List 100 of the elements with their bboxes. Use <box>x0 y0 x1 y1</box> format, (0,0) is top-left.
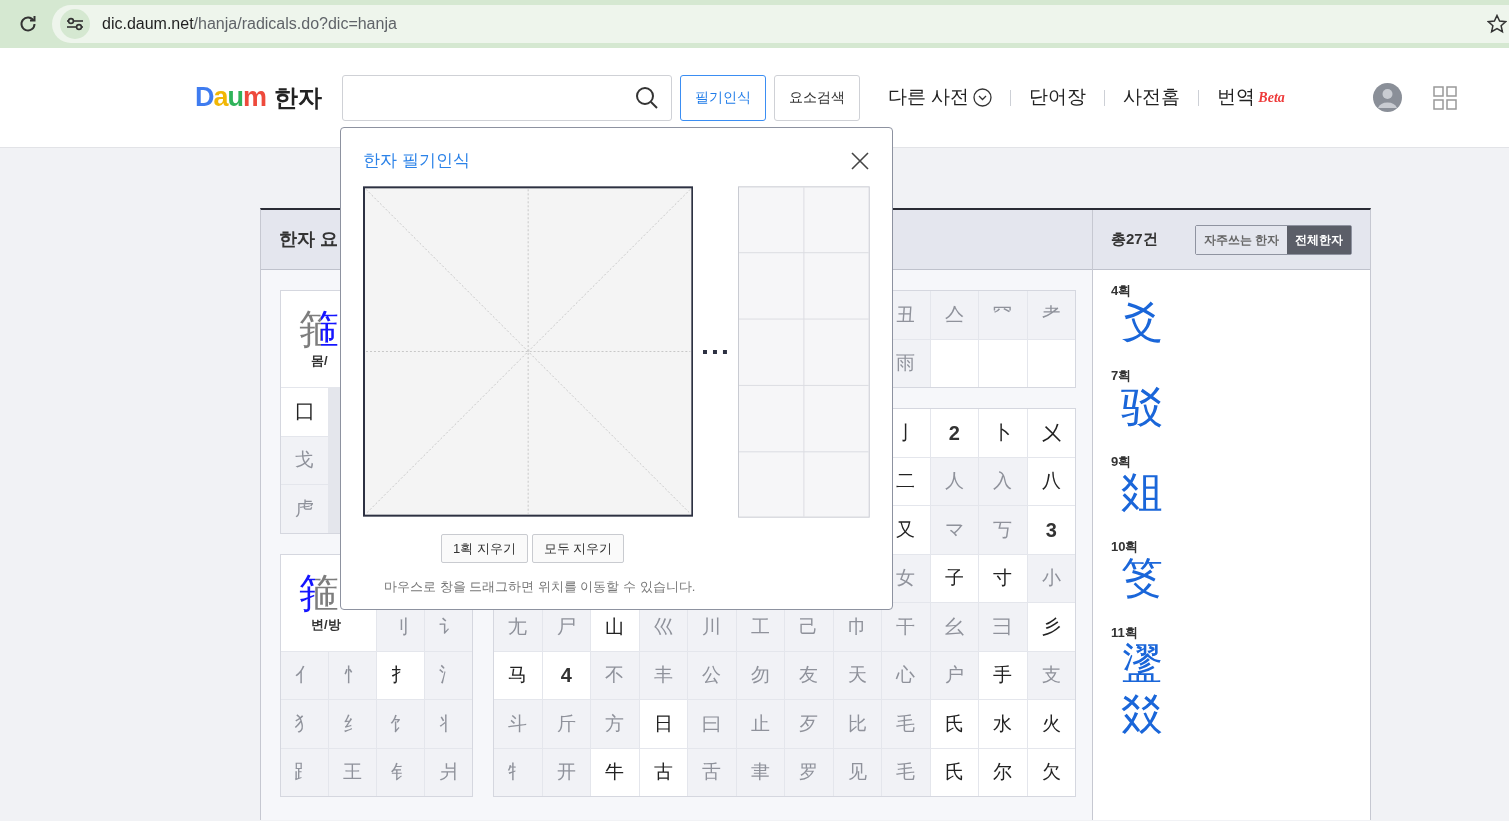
radical-cell[interactable]: 㐅 <box>1027 409 1075 457</box>
star-icon[interactable] <box>1487 14 1507 34</box>
radical-cell[interactable]: 尔 <box>979 748 1027 796</box>
radical-cell[interactable]: 囗 <box>281 388 328 436</box>
radical-cell[interactable]: 斤 <box>542 700 590 748</box>
radical-cell[interactable]: 方 <box>591 700 639 748</box>
radical-cell[interactable]: 氏 <box>930 748 978 796</box>
radical-cell[interactable]: 子 <box>930 554 978 602</box>
radical-cell[interactable]: 火 <box>1027 700 1075 748</box>
radical-cell[interactable]: 古 <box>639 748 687 796</box>
nav-link[interactable]: 번역 <box>1217 83 1256 112</box>
hanja-link[interactable]: 䀊 <box>1111 638 1352 689</box>
search-icon[interactable] <box>635 85 660 110</box>
radical-cell[interactable]: 犭 <box>281 700 328 748</box>
radical-cell[interactable]: 手 <box>979 651 1027 699</box>
radical-cell[interactable]: 丰 <box>639 651 687 699</box>
radical-cell[interactable]: 不 <box>591 651 639 699</box>
stroke-label: 11획 <box>1111 625 1138 639</box>
nav-link[interactable]: 사전홈 <box>1123 83 1181 112</box>
radical-cell[interactable]: 马 <box>494 651 542 699</box>
hanja-link[interactable]: 爼 <box>1111 467 1352 519</box>
radical-cell[interactable]: 水 <box>979 700 1027 748</box>
section-title: 한자 <box>274 82 323 113</box>
drawing-pad[interactable] <box>363 185 694 517</box>
radical-cell[interactable]: 曰 <box>688 700 736 748</box>
radical-cell[interactable]: 斗 <box>494 700 542 748</box>
filter-tab[interactable]: 전체한자 <box>1287 225 1351 254</box>
radical-cell[interactable]: 公 <box>688 651 736 699</box>
ellipsis-icon <box>703 349 728 355</box>
radical-cell[interactable]: 扌 <box>377 651 424 699</box>
radical-cell[interactable]: 小 <box>1027 554 1075 602</box>
radical-cell[interactable]: 勿 <box>736 651 784 699</box>
radical-cell[interactable]: 爿 <box>425 748 472 796</box>
header-button[interactable]: 요소검색 <box>774 74 861 121</box>
radical-cell[interactable]: 毛 <box>882 700 930 748</box>
panel-title: 한자 요 <box>279 228 338 251</box>
radical-cell[interactable]: ⺳ <box>979 291 1027 339</box>
radical-cell[interactable]: 彡 <box>1027 603 1075 651</box>
radical-cell[interactable]: ⻊ <box>281 748 328 796</box>
radical-cell[interactable]: 支 <box>1027 651 1075 699</box>
radical-cell[interactable]: 饣 <box>377 700 424 748</box>
handwriting-dialog[interactable]: 한자 필기인식 1획 지우기 모두 지우기 마우스로 창을 드래그하면 위치를 이동할 수 있습니다. <box>340 127 893 610</box>
radical-cell[interactable]: 人 <box>930 457 978 505</box>
radical-cell[interactable]: 牜 <box>494 748 542 796</box>
radical-cell[interactable]: 开 <box>542 748 590 796</box>
radical-cell[interactable]: 八 <box>1027 457 1075 505</box>
radical-cell[interactable]: 彐 <box>979 603 1027 651</box>
radical-cell[interactable]: 亼 <box>930 291 978 339</box>
radical-cell[interactable]: 天 <box>833 651 881 699</box>
radical-cell[interactable]: 牛 <box>591 748 639 796</box>
radical-cell[interactable]: 户 <box>930 651 978 699</box>
radical-cell[interactable]: 钅 <box>377 748 424 796</box>
hanja-link[interactable]: 笅 <box>1111 553 1352 604</box>
radical-cell[interactable]: 欠 <box>1027 748 1075 796</box>
radical-cell[interactable]: 亻 <box>281 651 328 699</box>
avatar-icon[interactable] <box>1372 83 1402 112</box>
group-label: 변/방 <box>310 615 341 634</box>
close-icon[interactable] <box>850 150 870 171</box>
result-count: 총27건 <box>1111 229 1158 250</box>
radical-cell[interactable]: 忄 <box>329 651 376 699</box>
logo[interactable]: Daum <box>195 77 267 118</box>
search-field[interactable] <box>342 74 673 121</box>
apps-grid-icon[interactable] <box>1432 85 1457 110</box>
radical-cell[interactable]: 幺 <box>930 603 978 651</box>
erase-button[interactable]: 1획 지우기 <box>441 533 528 563</box>
hanja-link[interactable]: 爻 <box>1111 297 1352 348</box>
radical-cell[interactable]: 丂 <box>979 506 1027 554</box>
radical-cell[interactable]: マ <box>930 506 978 554</box>
hanja-link[interactable]: 驳 <box>1111 382 1352 433</box>
radical-cell[interactable]: 干 <box>882 603 930 651</box>
reload-icon[interactable] <box>18 14 38 34</box>
hanja-link[interactable]: 㸚 <box>1111 688 1352 740</box>
radical-cell[interactable]: 入 <box>979 457 1027 505</box>
erase-button[interactable]: 모두 지우기 <box>531 533 625 563</box>
radical-cell[interactable]: 比 <box>833 700 881 748</box>
radical-cell[interactable]: 戈 <box>281 436 328 484</box>
nav-link[interactable]: 다른 사전 <box>888 83 970 112</box>
radical-cell[interactable]: 卜 <box>979 409 1027 457</box>
radical-cell[interactable]: 丬 <box>425 700 472 748</box>
radical-cell[interactable]: 王 <box>329 748 376 796</box>
radical-cell[interactable]: 罗 <box>785 748 833 796</box>
chevron-down-icon[interactable] <box>973 88 993 107</box>
radical-cell[interactable]: 心 <box>882 651 930 699</box>
radical-cell[interactable]: 日 <box>639 700 687 748</box>
radical-cell[interactable]: 见 <box>833 748 881 796</box>
radical-cell[interactable]: 氵 <box>425 651 472 699</box>
radical-cell[interactable]: 友 <box>785 651 833 699</box>
radical-cell[interactable]: 聿 <box>736 748 784 796</box>
nav-link[interactable]: 단어장 <box>1029 83 1087 112</box>
header-button[interactable]: 필기인식 <box>680 74 767 121</box>
site-settings-icon[interactable] <box>60 9 90 39</box>
radical-cell[interactable]: 舌 <box>688 748 736 796</box>
radical-cell[interactable]: ⺹ <box>1027 291 1075 339</box>
radical-cell[interactable]: 止 <box>736 700 784 748</box>
radical-cell[interactable]: 氏 <box>930 700 978 748</box>
radical-cell[interactable]: 歹 <box>785 700 833 748</box>
radical-cell[interactable]: 寸 <box>979 554 1027 602</box>
radical-cell[interactable]: 纟 <box>329 700 376 748</box>
radical-cell[interactable]: 毛 <box>882 748 930 796</box>
radical-cell[interactable]: 虍 <box>281 485 328 533</box>
